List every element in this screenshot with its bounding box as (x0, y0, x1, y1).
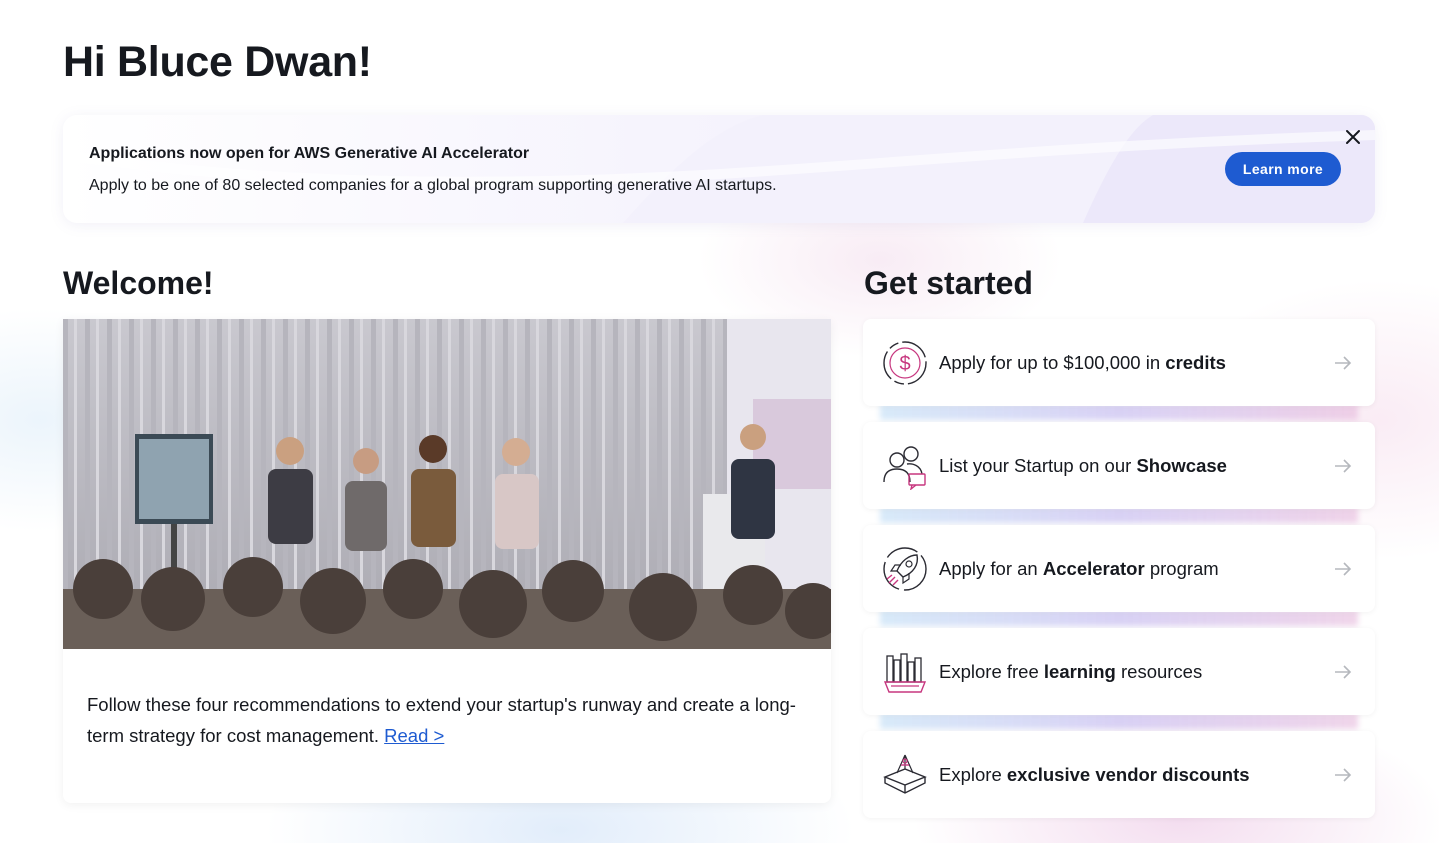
get-started-learning[interactable]: Explore free learning resources (863, 628, 1375, 715)
label-bold: Showcase (1136, 454, 1227, 476)
banner-decoration (63, 115, 1375, 223)
label-text: Apply for an (939, 557, 1043, 579)
label-text: resources (1115, 660, 1203, 682)
announcement-banner: Applications now open for AWS Generative… (63, 115, 1375, 223)
label-bold: exclusive vendor discounts (1006, 763, 1250, 785)
books-icon (883, 653, 927, 693)
close-icon (1346, 130, 1360, 144)
card-glow (880, 507, 1358, 523)
label-text: Explore (939, 763, 1007, 785)
get-started-label: Apply for up to $100,000 in credits (939, 319, 1226, 406)
label-bold: learning (1043, 660, 1116, 682)
banner-title: Applications now open for AWS Generative… (89, 145, 530, 162)
get-started-label: Explore free learning resources (939, 628, 1202, 715)
get-started-credits[interactable]: $ Apply for up to $100,000 in credits (863, 319, 1375, 406)
get-started-label: Apply for an Accelerator program (939, 525, 1219, 612)
svg-text:$: $ (899, 353, 910, 375)
dollar-icon: $ (883, 341, 927, 385)
arrow-right-icon (1335, 768, 1352, 782)
card-glow (880, 713, 1358, 729)
get-started-heading: Get started (864, 265, 1033, 301)
label-bold: Accelerator (1042, 557, 1145, 579)
page-title: Hi Bluce Dwan! (63, 38, 372, 86)
read-link[interactable]: Read > (384, 725, 444, 746)
banner-text: Apply to be one of 80 selected companies… (89, 177, 777, 194)
get-started-showcase[interactable]: List your Startup on our Showcase (863, 422, 1375, 509)
arrow-right-icon (1335, 562, 1352, 576)
label-text: program (1144, 557, 1219, 579)
welcome-heading: Welcome! (63, 265, 214, 301)
rocket-icon (883, 547, 927, 591)
learn-more-button[interactable]: Learn more (1225, 152, 1341, 186)
label-text: List your Startup on our (939, 454, 1137, 476)
box-icon (883, 754, 927, 794)
arrow-right-icon (1335, 665, 1352, 679)
label-text: Apply for up to $100,000 in (939, 351, 1166, 373)
arrow-right-icon (1335, 356, 1352, 370)
people-icon (883, 446, 926, 490)
event-photo (63, 319, 831, 649)
label-bold: credits (1165, 351, 1226, 373)
welcome-card: Follow these four recommendations to ext… (63, 319, 831, 803)
get-started-label: Explore exclusive vendor discounts (939, 731, 1250, 818)
close-banner-button[interactable] (1341, 125, 1365, 149)
welcome-text: Follow these four recommendations to ext… (87, 689, 807, 751)
get-started-vendor-discounts[interactable]: Explore exclusive vendor discounts (863, 731, 1375, 818)
arrow-right-icon (1335, 459, 1352, 473)
card-glow (880, 610, 1358, 626)
get-started-accelerator[interactable]: Apply for an Accelerator program (863, 525, 1375, 612)
get-started-label: List your Startup on our Showcase (939, 422, 1227, 509)
label-text: Explore free (939, 660, 1044, 682)
card-glow (880, 404, 1358, 420)
